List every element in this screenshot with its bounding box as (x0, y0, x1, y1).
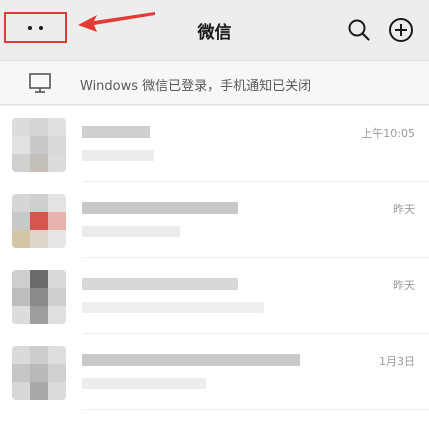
avatar (12, 194, 66, 248)
timestamp: 昨天 (393, 279, 415, 292)
timestamp: 上午10:05 (361, 127, 415, 140)
chat-list-item[interactable]: 1月3日 (0, 334, 429, 410)
chat-list-item[interactable]: 昨天 (0, 182, 429, 258)
notice-text: Windows 微信已登录，手机通知已关闭 (80, 79, 312, 94)
contact-name (82, 354, 300, 366)
contact-name (82, 126, 150, 138)
avatar (12, 346, 66, 400)
message-preview (82, 226, 180, 237)
chat-list-item[interactable]: 昨天 (0, 258, 429, 334)
add-circle-icon (389, 18, 413, 42)
message-preview (82, 150, 154, 161)
contact-name (82, 202, 238, 214)
avatar (12, 118, 66, 172)
search-button[interactable] (346, 17, 372, 43)
divider (82, 409, 429, 410)
monitor-icon (29, 73, 51, 93)
top-bar: 微信 (0, 0, 429, 60)
timestamp: 昨天 (393, 203, 415, 216)
search-icon (348, 19, 370, 41)
avatar (12, 270, 66, 324)
chat-list: 上午10:05 昨天 昨天 1月3日 (0, 106, 429, 429)
contact-name (82, 278, 238, 290)
message-preview (82, 378, 206, 389)
desktop-login-notice[interactable]: Windows 微信已登录，手机通知已关闭 (0, 60, 429, 105)
add-button[interactable] (388, 17, 414, 43)
timestamp: 1月3日 (379, 355, 415, 368)
message-preview (82, 302, 264, 313)
chat-list-item[interactable]: 上午10:05 (0, 106, 429, 182)
